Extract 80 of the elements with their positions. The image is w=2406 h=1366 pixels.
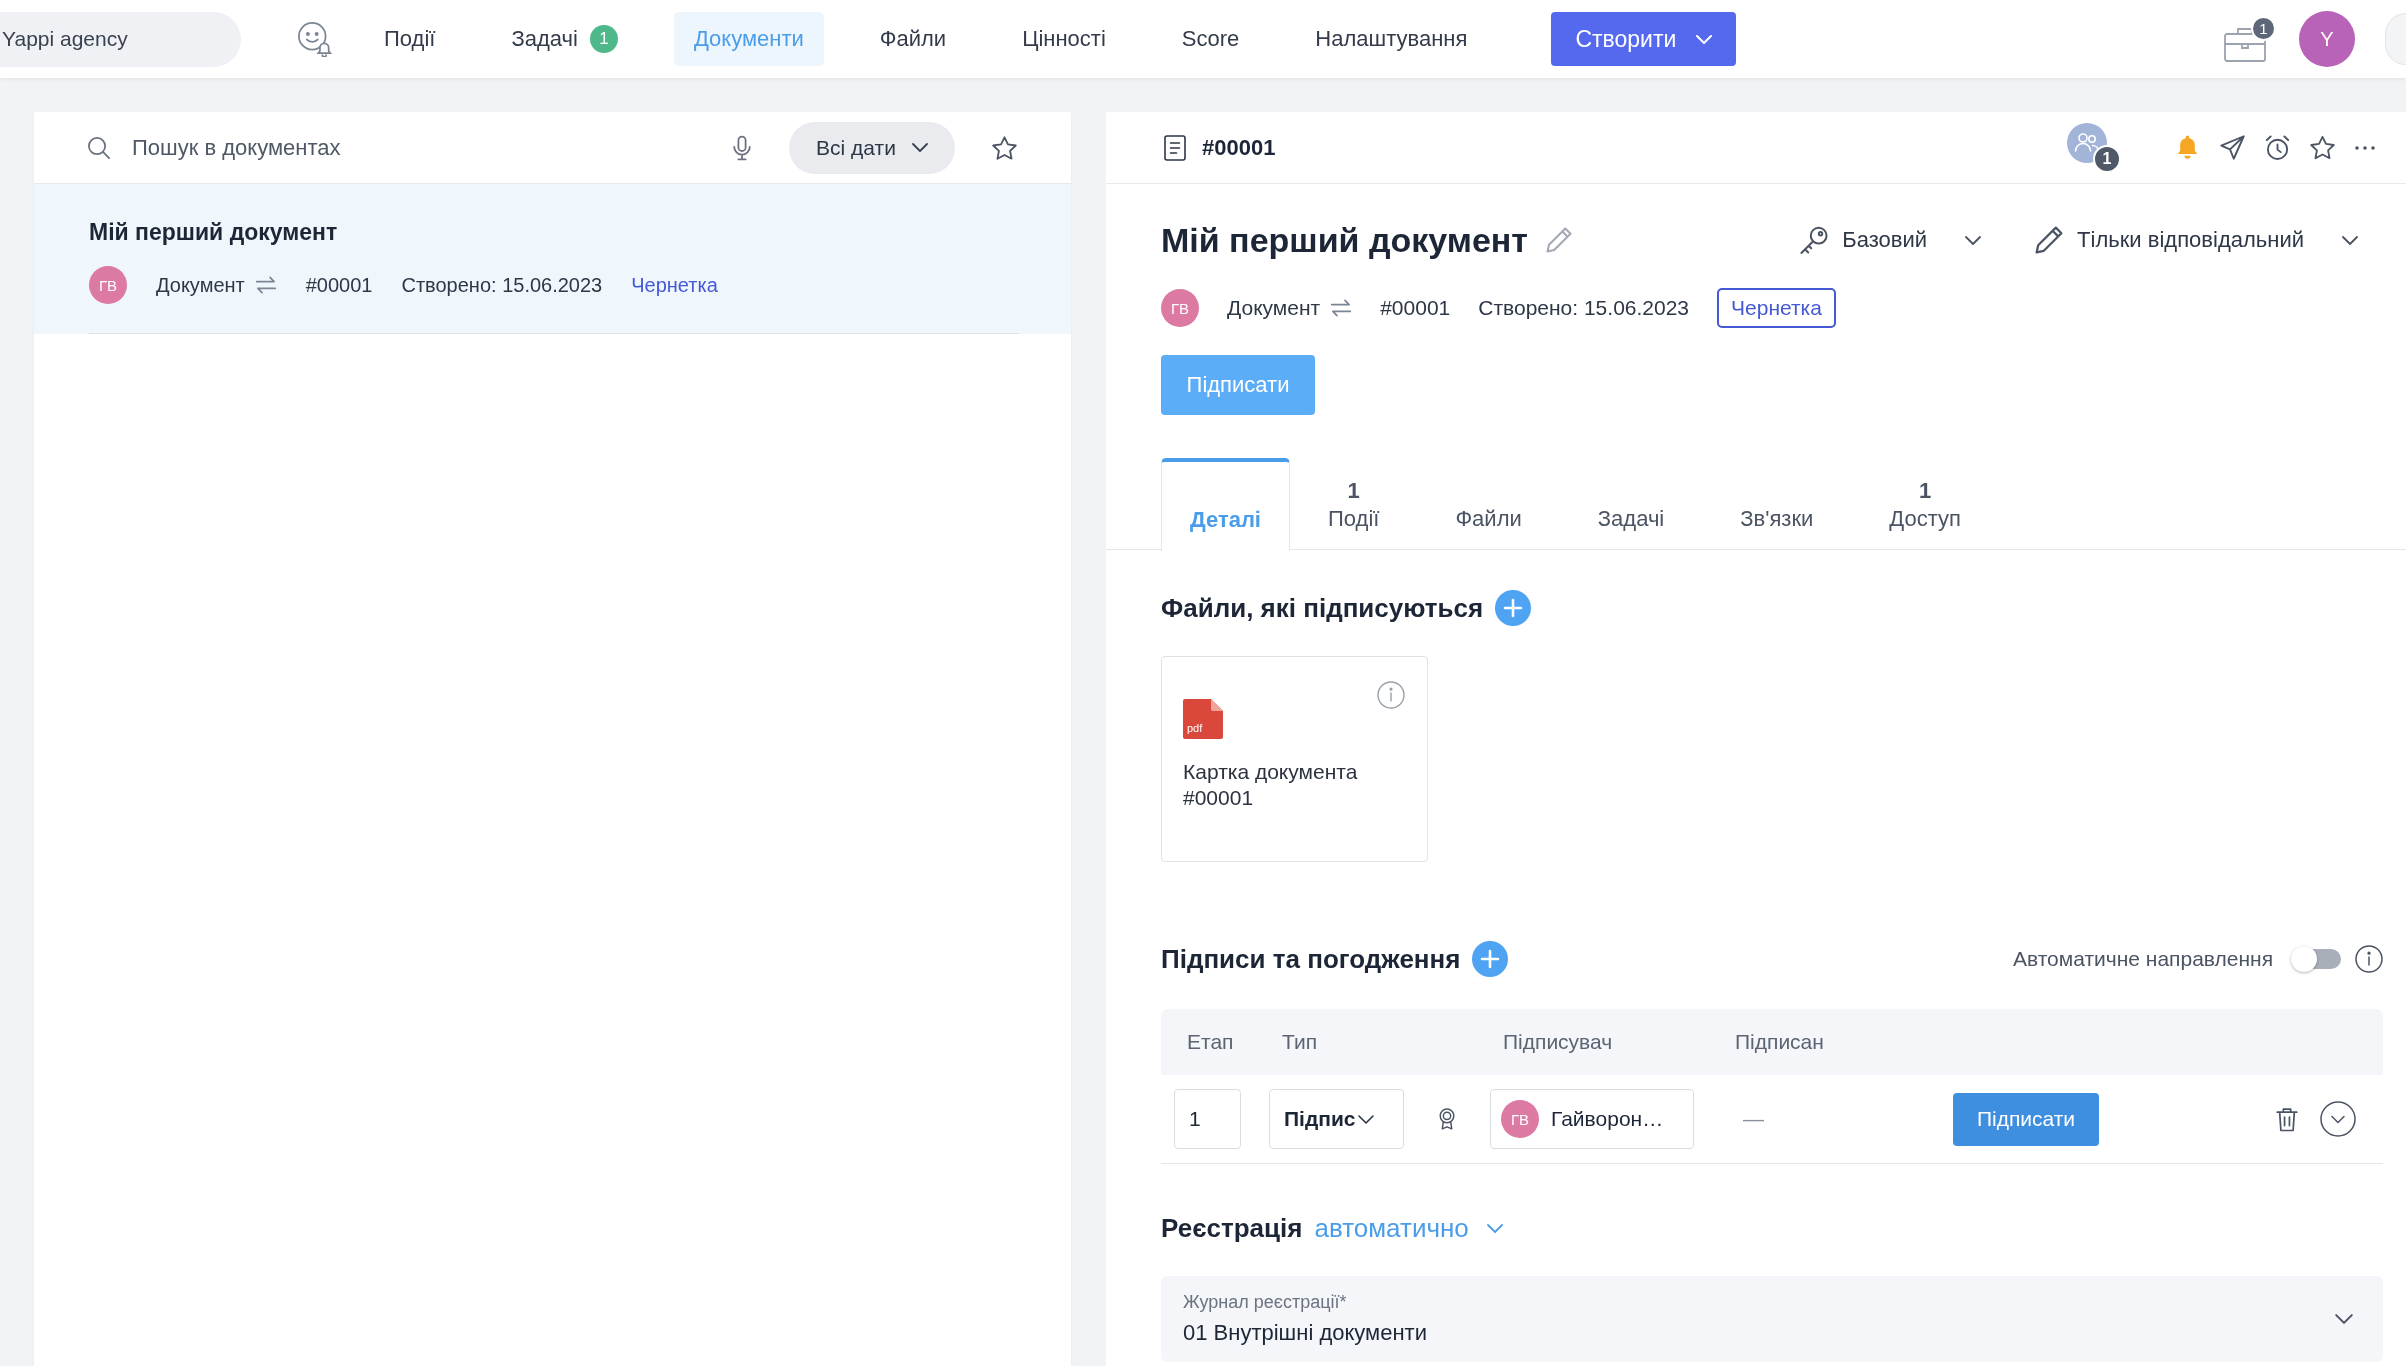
column-header: Етап <box>1186 1030 1235 1054</box>
tab[interactable]: 1 Доступ <box>1851 458 1999 550</box>
pencil-icon <box>2035 226 2064 254</box>
section-heading: Файли, які підписуються <box>1161 592 1484 624</box>
add-icon[interactable] <box>1472 941 1509 977</box>
document-type: Документ <box>1227 296 1321 320</box>
author-avatar: ГВ <box>89 266 127 304</box>
signer-avatar: ГВ <box>1501 1100 1539 1138</box>
document-title: Мій перший документ <box>89 218 339 246</box>
star-icon[interactable] <box>2310 135 2335 160</box>
key-icon <box>1800 226 1829 254</box>
date-filter-button[interactable]: Всі дати <box>789 121 955 174</box>
smiley-bell-icon[interactable] <box>298 21 332 57</box>
star-icon[interactable] <box>992 135 1017 160</box>
create-button[interactable]: Створити <box>1551 12 1737 66</box>
created-date: Створено: 15.06.2023 <box>1478 296 1690 320</box>
tab[interactable]: Задачі <box>1559 458 1703 550</box>
medal-icon[interactable] <box>1439 1108 1455 1130</box>
info-icon[interactable] <box>2355 945 2383 973</box>
trash-icon[interactable] <box>2276 1106 2298 1132</box>
type-select[interactable]: Підпис <box>1269 1089 1404 1149</box>
nav-tab[interactable]: Задачі 1 <box>491 12 638 66</box>
caret-icon <box>1696 34 1713 44</box>
document-number: #00001 <box>1380 296 1451 320</box>
briefcase-icon[interactable] <box>2224 26 2266 62</box>
document-icon <box>1164 134 1186 161</box>
tab[interactable]: Файли <box>1417 458 1560 550</box>
column-header: Тип <box>1281 1030 1318 1054</box>
count-badge: 1 <box>2093 144 2121 173</box>
nav-tab[interactable]: Налаштування <box>1295 12 1488 66</box>
stage-input[interactable]: 1 <box>1174 1089 1241 1149</box>
nav-tab[interactable]: Score <box>1161 12 1260 66</box>
file-card[interactable]: pdf Картка документа #00001 <box>1161 656 1428 862</box>
tab[interactable]: Зв'язки <box>1702 458 1852 550</box>
tab[interactable]: 1 Події <box>1290 458 1418 550</box>
chevron-circle-icon[interactable] <box>2320 1101 2356 1137</box>
nav-tab[interactable]: Цінності <box>1002 12 1126 66</box>
search-icon <box>88 136 110 159</box>
document-number: #00001 <box>1202 134 1276 161</box>
document-title: Мій перший документ <box>1161 220 1528 260</box>
file-name: Картка документа #00001 <box>1183 759 1359 811</box>
chevron-down-icon <box>1357 1114 1374 1124</box>
nav-tab[interactable]: Події <box>364 12 456 66</box>
send-icon[interactable] <box>2220 135 2245 160</box>
access-dropdown[interactable]: Базовий <box>1800 226 1982 254</box>
signer-select[interactable]: ГВ Гайворон… <box>1490 1089 1694 1149</box>
section-heading: Підписи та погодження <box>1161 943 1461 975</box>
status-label: Чернетка <box>631 273 718 297</box>
count-badge: 1 <box>589 25 618 53</box>
column-header: Підписувач <box>1502 1030 1614 1054</box>
chevron-down-icon[interactable] <box>1486 1223 1503 1233</box>
more-icon[interactable] <box>2355 145 2375 150</box>
auto-routing-label: Автоматичне направлення <box>2013 947 2273 971</box>
document-type: Документ <box>156 273 245 297</box>
edit-rights-dropdown[interactable]: Тільки відповідальний <box>2035 226 2358 254</box>
repeat-icon <box>1330 299 1353 317</box>
table-cell-text: — <box>1742 1107 1765 1131</box>
user-avatar[interactable]: Y <box>2299 11 2355 67</box>
add-icon[interactable] <box>1495 590 1532 626</box>
status-badge: Чернетка <box>1717 288 1836 328</box>
auto-routing-toggle[interactable] <box>2291 946 2341 972</box>
alarm-clock-icon[interactable] <box>2265 135 2290 160</box>
chevron-down-icon <box>911 143 928 152</box>
created-date: Створено: 15.06.2023 <box>401 273 603 297</box>
section-heading: Реєстрація <box>1161 1212 1303 1244</box>
author-avatar: ГВ <box>1161 289 1199 327</box>
chevron-down-icon <box>1965 235 1982 245</box>
repeat-icon <box>254 276 277 294</box>
count-badge: 1 <box>2251 16 2276 41</box>
search-input[interactable]: Пошук в документах <box>132 127 713 168</box>
microphone-icon[interactable] <box>733 134 751 161</box>
chevron-down-icon <box>2342 235 2358 245</box>
document-list-item[interactable]: Мій перший документ ГВ Документ #00001 Створено: 15.06.2023 Чернетка <box>34 184 1071 334</box>
workspace-selector[interactable]: Yappi agency <box>0 11 241 67</box>
chevron-down-icon <box>2335 1314 2353 1324</box>
journal-select[interactable]: Журнал реєстрації* 01 Внутрішні документи <box>1161 1276 2383 1362</box>
column-header: Підписан <box>1735 1030 1825 1054</box>
document-number: #00001 <box>305 273 373 297</box>
nav-tab[interactable]: Файли <box>859 12 967 66</box>
pdf-file-icon: pdf <box>1183 699 1223 739</box>
